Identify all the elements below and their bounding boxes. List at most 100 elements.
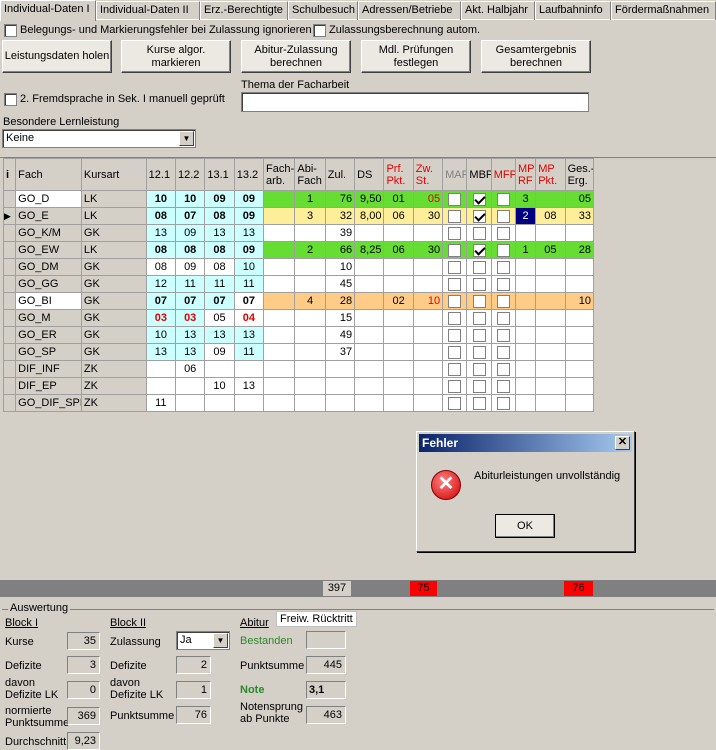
cell-zw-st[interactable] — [412, 343, 444, 361]
cell-prf-pkt[interactable]: 06 — [383, 241, 414, 259]
cell-ds[interactable] — [354, 292, 385, 310]
cell-halbjahr-2[interactable]: 09 — [175, 258, 206, 276]
cell-facharbeit[interactable] — [263, 360, 296, 378]
cell-map[interactable] — [442, 241, 468, 259]
cell-map[interactable] — [442, 224, 468, 242]
column-header[interactable]: 13.2 — [233, 158, 265, 191]
cell-mfp[interactable] — [490, 343, 516, 361]
cell-halbjahr-2[interactable]: 11 — [175, 275, 206, 293]
cell-ds[interactable]: 8,00 — [354, 207, 385, 225]
cell-facharbeit[interactable] — [263, 377, 296, 395]
cell-zul[interactable]: 32 — [324, 207, 356, 225]
auto-calc-checkbox[interactable] — [313, 24, 326, 37]
cell-zw-st[interactable]: 30 — [412, 241, 444, 259]
cell-map[interactable] — [442, 377, 468, 395]
cell-kursart[interactable]: ZK — [80, 360, 147, 378]
column-header[interactable]: 12.2 — [175, 158, 206, 191]
cell-mp-rf[interactable] — [514, 360, 537, 378]
cell-ges-erg[interactable]: 10 — [564, 292, 595, 310]
cell-map[interactable] — [442, 258, 468, 276]
cell-zw-st[interactable] — [412, 394, 444, 412]
cell-fach[interactable]: GO_SP — [15, 343, 82, 361]
cell-facharbeit[interactable] — [263, 394, 296, 412]
cell-mp-rf[interactable]: 2 — [514, 207, 537, 225]
cell-halbjahr-1[interactable]: 03 — [145, 309, 177, 327]
column-header[interactable]: MBP — [466, 158, 492, 191]
cell-zul[interactable]: 10 — [324, 258, 356, 276]
cell-fach[interactable]: DIF_INF — [15, 360, 82, 378]
cell-mfp[interactable] — [490, 292, 516, 310]
cell-mbp[interactable] — [466, 394, 492, 412]
cell-ges-erg[interactable] — [564, 377, 595, 395]
mbp-checkbox[interactable] — [472, 311, 486, 325]
mbp-checkbox[interactable] — [472, 362, 486, 376]
cell-zw-st[interactable]: 30 — [412, 207, 444, 225]
map-checkbox[interactable] — [448, 192, 462, 206]
cell-zul[interactable]: 45 — [324, 275, 356, 293]
column-header[interactable]: Zul. — [324, 158, 356, 191]
mbp-checkbox[interactable] — [472, 209, 486, 223]
cell-ges-erg[interactable]: 05 — [564, 190, 595, 208]
cell-facharbeit[interactable] — [263, 224, 296, 242]
cell-abifach[interactable] — [294, 394, 326, 412]
cell-halbjahr-2[interactable]: 09 — [175, 224, 206, 242]
cell-halbjahr-4[interactable]: 09 — [233, 241, 265, 259]
tab-foerdermassnahmen[interactable]: Fördermaßnahmen — [611, 1, 716, 20]
cell-ds[interactable] — [354, 275, 385, 293]
table-row[interactable]: GO_D LK 10 10 09 09 1 76 9,50 01 05 3 05 — [2, 190, 595, 208]
cell-ds[interactable] — [354, 360, 385, 378]
cell-mbp[interactable] — [466, 207, 492, 225]
cell-abifach[interactable]: 3 — [294, 207, 326, 225]
mbp-checkbox[interactable] — [472, 192, 486, 206]
cell-mbp[interactable] — [466, 326, 492, 344]
cell-abifach[interactable] — [294, 224, 326, 242]
column-header[interactable]: i — [2, 158, 17, 191]
cell-halbjahr-3[interactable]: 11 — [204, 275, 235, 293]
total-result-button[interactable]: Gesamtergebnis berechnen — [481, 40, 591, 73]
cell-halbjahr-1[interactable]: 13 — [145, 343, 177, 361]
mbp-checkbox[interactable] — [472, 345, 486, 359]
cell-ds[interactable] — [354, 394, 385, 412]
mfp-checkbox[interactable] — [496, 226, 510, 240]
mfp-checkbox[interactable] — [496, 243, 510, 257]
cell-halbjahr-1[interactable]: 10 — [145, 326, 177, 344]
cell-halbjahr-3[interactable]: 07 — [204, 292, 235, 310]
mbp-checkbox[interactable] — [472, 277, 486, 291]
cell-abifach[interactable] — [294, 275, 326, 293]
mbp-checkbox[interactable] — [472, 226, 486, 240]
column-header[interactable]: Ges.- Erg. — [564, 158, 595, 191]
map-checkbox[interactable] — [448, 260, 462, 274]
cell-halbjahr-3[interactable]: 13 — [204, 326, 235, 344]
mbp-checkbox[interactable] — [472, 396, 486, 410]
cell-halbjahr-3[interactable]: 09 — [204, 343, 235, 361]
mfp-checkbox[interactable] — [496, 209, 510, 223]
mfp-checkbox[interactable] — [496, 362, 510, 376]
column-header[interactable]: Kursart — [80, 158, 147, 191]
cell-prf-pkt[interactable] — [383, 360, 414, 378]
mbp-checkbox[interactable] — [472, 243, 486, 257]
cell-ges-erg[interactable] — [564, 360, 595, 378]
cell-halbjahr-2[interactable]: 13 — [175, 343, 206, 361]
cell-kursart[interactable]: ZK — [80, 394, 147, 412]
map-checkbox[interactable] — [448, 209, 462, 223]
cell-halbjahr-1[interactable]: 13 — [145, 224, 177, 242]
cell-zul[interactable]: 37 — [324, 343, 356, 361]
cell-halbjahr-3[interactable]: 09 — [204, 190, 235, 208]
mfp-checkbox[interactable] — [496, 345, 510, 359]
cell-ds[interactable]: 9,50 — [354, 190, 385, 208]
chevron-down-icon[interactable]: ▼ — [213, 633, 228, 648]
cell-map[interactable] — [442, 326, 468, 344]
cell-halbjahr-4[interactable]: 11 — [233, 275, 265, 293]
tab-individual-daten-1[interactable]: Individual-Daten I — [0, 0, 96, 21]
tab-erz-berechtigte[interactable]: Erz.-Berechtigte — [200, 1, 288, 20]
table-row[interactable]: GO_ER GK 10 13 13 13 49 — [2, 326, 595, 344]
cell-fach[interactable]: GO_ER — [15, 326, 82, 344]
cell-map[interactable] — [442, 207, 468, 225]
cell-halbjahr-4[interactable]: 10 — [233, 258, 265, 276]
mfp-checkbox[interactable] — [496, 379, 510, 393]
cell-prf-pkt[interactable] — [383, 224, 414, 242]
cell-zw-st[interactable]: 05 — [412, 190, 444, 208]
cell-mp-pkt[interactable] — [535, 343, 566, 361]
cell-ds[interactable] — [354, 326, 385, 344]
map-checkbox[interactable] — [448, 277, 462, 291]
